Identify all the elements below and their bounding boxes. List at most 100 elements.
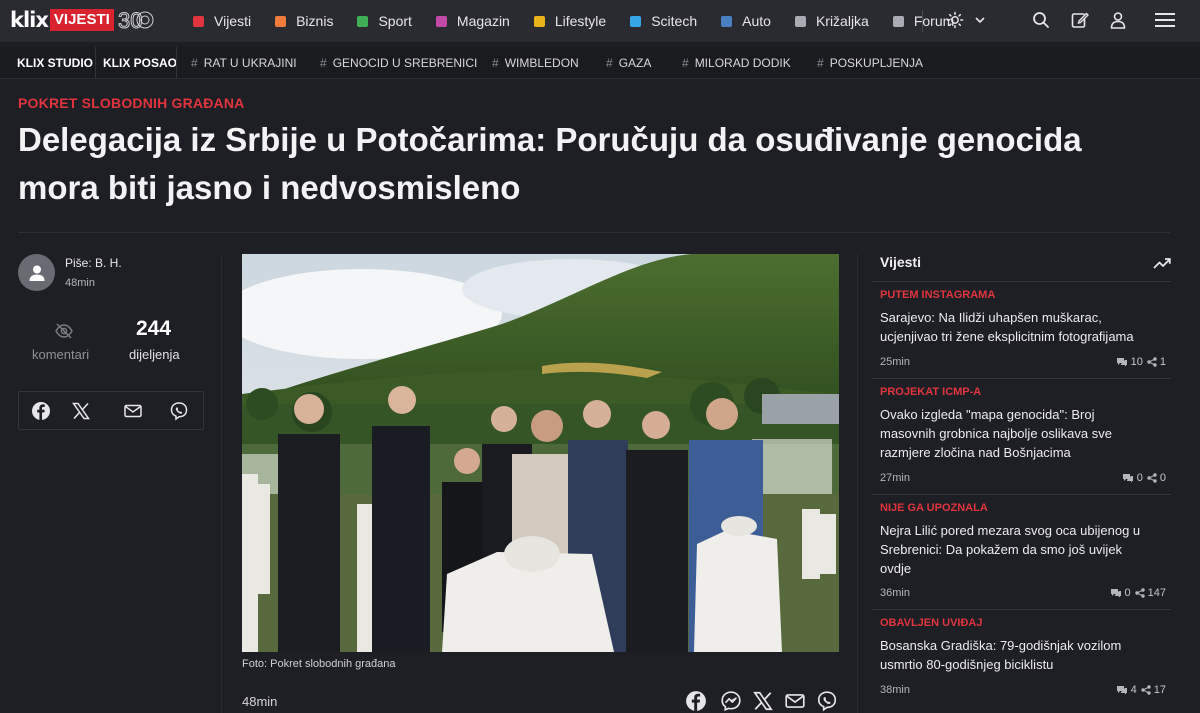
tag-link[interactable]: # GENOCID U SREBRENICI — [320, 47, 477, 79]
trending-icon[interactable] — [1153, 255, 1171, 271]
messenger-icon[interactable] — [720, 690, 742, 712]
comment-count: 0 — [1124, 587, 1131, 599]
chevron-down-icon — [975, 17, 985, 24]
nav-item-auto[interactable]: Auto — [721, 13, 771, 29]
hash-icon: # — [606, 56, 613, 70]
tag-klix-posao[interactable]: KLIX POSAO — [103, 47, 177, 79]
tag-link[interactable]: # WIMBLEDON — [492, 47, 579, 79]
x-twitter-icon[interactable] — [71, 401, 91, 421]
sun-icon — [946, 11, 964, 29]
news-item-kicker[interactable]: OBAVLJEN UVIĐAJ — [880, 617, 982, 629]
nav-item-lifestyle[interactable]: Lifestyle — [533, 13, 607, 29]
x-twitter-icon[interactable] — [752, 690, 774, 712]
author-avatar — [18, 254, 55, 291]
site-logo[interactable]: klix VIJESTI 30 — [10, 8, 158, 32]
tag-link[interactable]: # RAT U UKRAJINI — [191, 47, 297, 79]
news-item-headline[interactable]: Sarajevo: Na Ilidži uhapšen muškarac, uc… — [880, 308, 1170, 346]
theme-toggle-button[interactable] — [946, 11, 987, 29]
category-color-swatch — [193, 15, 204, 27]
news-item-kicker[interactable]: NIJE GA UPOZNALA — [880, 502, 988, 514]
tag-label: GENOCID U SREBRENICI — [332, 56, 478, 70]
comment-icon — [1122, 474, 1133, 483]
nav-item-vijesti[interactable]: Vijesti — [193, 13, 251, 29]
headline-line: Delegacija iz Srbije u Potočarima: Poruč… — [18, 121, 1082, 158]
user-icon[interactable] — [1108, 10, 1128, 30]
share-count: 0 — [1159, 472, 1166, 484]
memorial-group-photo — [242, 254, 839, 652]
nav-item-label: Sport — [378, 13, 412, 29]
nav-item-magazin[interactable]: Magazin — [435, 13, 510, 29]
category-color-swatch — [533, 15, 545, 27]
category-color-swatch — [357, 15, 369, 27]
nav-item-sport[interactable]: Sport — [357, 13, 412, 29]
tag-label: WIMBLEDON — [504, 56, 579, 70]
news-item-headline[interactable]: Nejra Lilić pored mezara svog oca ubijen… — [880, 521, 1170, 578]
tag-klix-studio[interactable]: KLIX STUDIO — [17, 47, 93, 79]
trending-tags-bar: KLIX STUDIO KLIX POSAO # RAT U UKRAJINI #… — [0, 47, 1200, 79]
tag-divider — [176, 47, 177, 79]
publish-time: 48min — [65, 277, 95, 289]
tag-label: MILORAD DODIK — [694, 56, 791, 70]
headline-line: ovdje — [880, 561, 912, 576]
news-item-kicker[interactable]: PUTEM INSTAGRAMA — [880, 289, 995, 301]
article-kicker[interactable]: POKRET SLOBODNIH GRAĐANA — [18, 95, 244, 111]
comment-count: 4 — [1130, 684, 1137, 696]
comments-label[interactable]: komentari — [32, 347, 89, 362]
tag-link[interactable]: # POSKUPLJENJA — [817, 47, 923, 79]
share-icon — [1141, 685, 1151, 695]
viber-icon[interactable] — [816, 690, 838, 712]
nav-item-krizaljka[interactable]: Križaljka — [794, 13, 869, 29]
facebook-icon[interactable] — [31, 401, 51, 421]
share-icon — [1147, 357, 1157, 367]
category-color-swatch — [275, 15, 287, 27]
share-icon — [1134, 588, 1145, 598]
news-item-kicker[interactable]: PROJEKAT ICMP-A — [880, 386, 981, 398]
sidebar-title[interactable]: Vijesti — [880, 254, 921, 270]
nav-item-label: Biznis — [296, 13, 334, 29]
user-silhouette-icon — [29, 265, 44, 281]
headline-line: mora biti jasno i nedvosmisleno — [18, 169, 521, 206]
top-navigation: klix VIJESTI 30 Vijesti Biznis Sport Mag… — [0, 0, 1200, 42]
divider — [872, 378, 1171, 379]
edit-icon[interactable] — [1070, 10, 1090, 30]
comment-count: 0 — [1136, 472, 1143, 484]
divider — [872, 281, 1171, 282]
tag-link[interactable]: # GAZA — [606, 47, 651, 79]
hash-icon: # — [682, 56, 689, 70]
nav-item-scitech[interactable]: Scitech — [630, 13, 697, 29]
nav-item-biznis[interactable]: Biznis — [275, 13, 333, 29]
article-headline: Delegacija iz Srbije u Potočarima: Poruč… — [18, 116, 1128, 212]
article-photo[interactable] — [242, 254, 839, 652]
facebook-icon[interactable] — [685, 690, 707, 712]
email-icon[interactable] — [123, 401, 143, 421]
news-item-time: 27min — [880, 472, 910, 484]
share-icon — [1147, 473, 1157, 483]
comment-icon — [1116, 358, 1127, 367]
viber-icon[interactable] — [169, 401, 189, 421]
news-item-headline[interactable]: Bosanska Gradiška: 79-godišnjak vozilom … — [880, 636, 1170, 674]
article-footer-time: 48min — [242, 694, 278, 709]
nav-item-label: Scitech — [651, 13, 698, 29]
comment-count: 10 — [1130, 356, 1143, 368]
svg-text:30: 30 — [118, 8, 142, 32]
news-item-headline[interactable]: Ovako izgleda "mapa genocida": Broj maso… — [880, 405, 1170, 462]
comment-icon — [1110, 589, 1121, 598]
headline-line: ucjenjivao tri žene eksplicitnim fotogra… — [880, 329, 1134, 344]
nav-divider — [922, 10, 923, 32]
email-icon[interactable] — [784, 690, 806, 712]
photo-caption: Foto: Pokret slobodnih građana — [242, 658, 396, 670]
news-item-time: 36min — [880, 587, 910, 599]
search-icon[interactable] — [1031, 10, 1051, 30]
share-count: 147 — [1147, 587, 1166, 599]
category-color-swatch — [794, 15, 806, 27]
nav-item-label: Lifestyle — [554, 13, 607, 29]
divider — [872, 494, 1171, 495]
news-item-stats: 10 1 — [1116, 356, 1170, 368]
share-count: 17 — [1153, 684, 1166, 696]
news-item-time: 38min — [880, 684, 910, 696]
tag-link[interactable]: # MILORAD DODIK — [682, 47, 791, 79]
author-name: Piše: B. H. — [65, 256, 122, 270]
hamburger-menu-icon[interactable] — [1154, 10, 1176, 30]
share-buttons — [18, 391, 204, 430]
nav-item-label: Vijesti — [214, 13, 252, 29]
